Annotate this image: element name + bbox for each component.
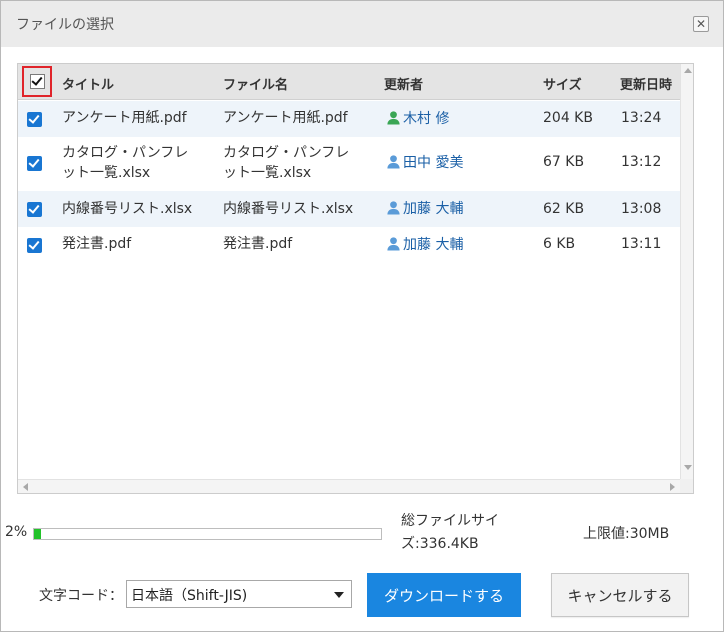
row-checkbox[interactable]: [27, 238, 42, 253]
total-size-line: ズ:336.4KB: [401, 536, 479, 552]
size-progress-bar: [33, 528, 382, 540]
dialog-titlebar: ファイルの選択 ✕: [1, 1, 723, 47]
row-title: カタログ・パンフレ ット一覧.xlsx: [62, 143, 188, 183]
dialog-title: ファイルの選択: [16, 17, 114, 33]
encoding-value: 日本語（Shift-JIS): [131, 588, 248, 604]
cancel-button[interactable]: キャンセルする: [551, 573, 689, 617]
vertical-scrollbar[interactable]: [680, 64, 693, 479]
row-time: 13:12: [621, 154, 662, 170]
column-header-title[interactable]: タイトル: [62, 74, 114, 93]
row-size: 6 KB: [543, 236, 576, 252]
close-button[interactable]: ✕: [693, 16, 709, 32]
row-filename-line: 発注書.pdf: [223, 236, 293, 252]
row-checkbox[interactable]: [27, 112, 42, 127]
file-select-dialog: ファイルの選択 ✕ タイトル ファイル名 更新者 サイズ 更新日時 アンケート用…: [0, 0, 724, 632]
row-checkbox[interactable]: [27, 202, 42, 217]
file-list: タイトル ファイル名 更新者 サイズ 更新日時 アンケート用紙.pdf アンケー…: [17, 63, 694, 494]
row-size: 67 KB: [543, 154, 585, 170]
row-time: 13:24: [621, 110, 662, 126]
row-updater-name: 田中 愛美: [403, 155, 464, 171]
user-icon: [387, 155, 400, 169]
select-all-checkbox[interactable]: [22, 66, 52, 97]
chevron-down-icon: [334, 592, 344, 598]
progress-percent: 2%: [5, 524, 28, 540]
row-size: 204 KB: [543, 110, 593, 126]
scroll-left-icon[interactable]: [23, 483, 28, 491]
row-updater-name: 加藤 大輔: [403, 237, 464, 253]
table-row: カタログ・パンフレ ット一覧.xlsx カタログ・パンフレ ット一覧.xlsx …: [18, 137, 680, 191]
user-icon: [387, 111, 400, 125]
total-file-size: 総ファイルサイ ズ:336.4KB: [401, 510, 531, 556]
row-time: 13:08: [621, 201, 662, 217]
progress-fill: [34, 529, 41, 539]
scroll-up-icon[interactable]: [684, 68, 692, 73]
scroll-down-icon[interactable]: [684, 465, 692, 470]
row-filename: アンケート用紙.pdf: [223, 108, 348, 128]
total-size-line: 総ファイルサイ: [401, 513, 499, 529]
row-filename-line: ット一覧.xlsx: [223, 165, 312, 181]
table-row: 内線番号リスト.xlsx 内線番号リスト.xlsx 加藤 大輔 62 KB 13…: [18, 191, 680, 227]
row-title-line: 発注書.pdf: [62, 236, 132, 252]
row-filename-line: 内線番号リスト.xlsx: [223, 201, 354, 217]
row-filename: 発注書.pdf: [223, 234, 292, 254]
scroll-right-icon[interactable]: [670, 483, 675, 491]
row-title: アンケート用紙.pdf: [62, 108, 187, 128]
row-updater-name: 加藤 大輔: [403, 201, 464, 217]
encoding-label: 文字コード：: [39, 588, 123, 604]
row-updater-link[interactable]: 木村 修: [386, 109, 449, 129]
table-row: アンケート用紙.pdf アンケート用紙.pdf 木村 修 204 KB 13:2…: [18, 101, 680, 137]
row-updater-name: 木村 修: [403, 111, 450, 127]
row-size: 62 KB: [543, 201, 585, 217]
table-row: 発注書.pdf 発注書.pdf 加藤 大輔 6 KB 13:11: [18, 227, 680, 265]
user-icon: [387, 237, 400, 251]
horizontal-scrollbar[interactable]: [18, 479, 680, 493]
table-header: タイトル ファイル名 更新者 サイズ 更新日時: [18, 64, 680, 100]
close-icon: ✕: [695, 17, 707, 31]
row-updater-link[interactable]: 加藤 大輔: [386, 235, 463, 255]
row-time: 13:11: [621, 236, 662, 252]
scrollbar-corner: [680, 479, 693, 493]
row-title-line: 内線番号リスト.xlsx: [62, 201, 193, 217]
row-checkbox[interactable]: [27, 156, 42, 171]
column-header-updated[interactable]: 更新日時: [620, 74, 672, 93]
row-filename-line: カタログ・パンフレ: [223, 145, 350, 161]
row-title: 発注書.pdf: [62, 234, 131, 254]
download-button[interactable]: ダウンロードする: [367, 573, 521, 617]
row-filename-line: アンケート用紙.pdf: [223, 110, 348, 126]
row-updater-link[interactable]: 加藤 大輔: [386, 199, 463, 219]
row-title: 内線番号リスト.xlsx: [62, 199, 192, 219]
row-title-line: カタログ・パンフレ: [62, 145, 189, 161]
row-title-line: ット一覧.xlsx: [62, 165, 151, 181]
row-filename: 内線番号リスト.xlsx: [223, 199, 353, 219]
user-icon: [387, 201, 400, 215]
row-updater-link[interactable]: 田中 愛美: [386, 153, 463, 173]
column-header-size[interactable]: サイズ: [543, 74, 582, 93]
encoding-select[interactable]: 日本語（Shift-JIS): [126, 580, 352, 608]
column-header-filename[interactable]: ファイル名: [223, 74, 288, 93]
check-icon: [30, 74, 43, 86]
row-title-line: アンケート用紙.pdf: [62, 110, 187, 126]
size-limit: 上限値:30MB: [583, 526, 670, 542]
select-all-box: [29, 74, 45, 89]
row-filename: カタログ・パンフレ ット一覧.xlsx: [223, 143, 349, 183]
column-header-updater[interactable]: 更新者: [384, 74, 423, 93]
